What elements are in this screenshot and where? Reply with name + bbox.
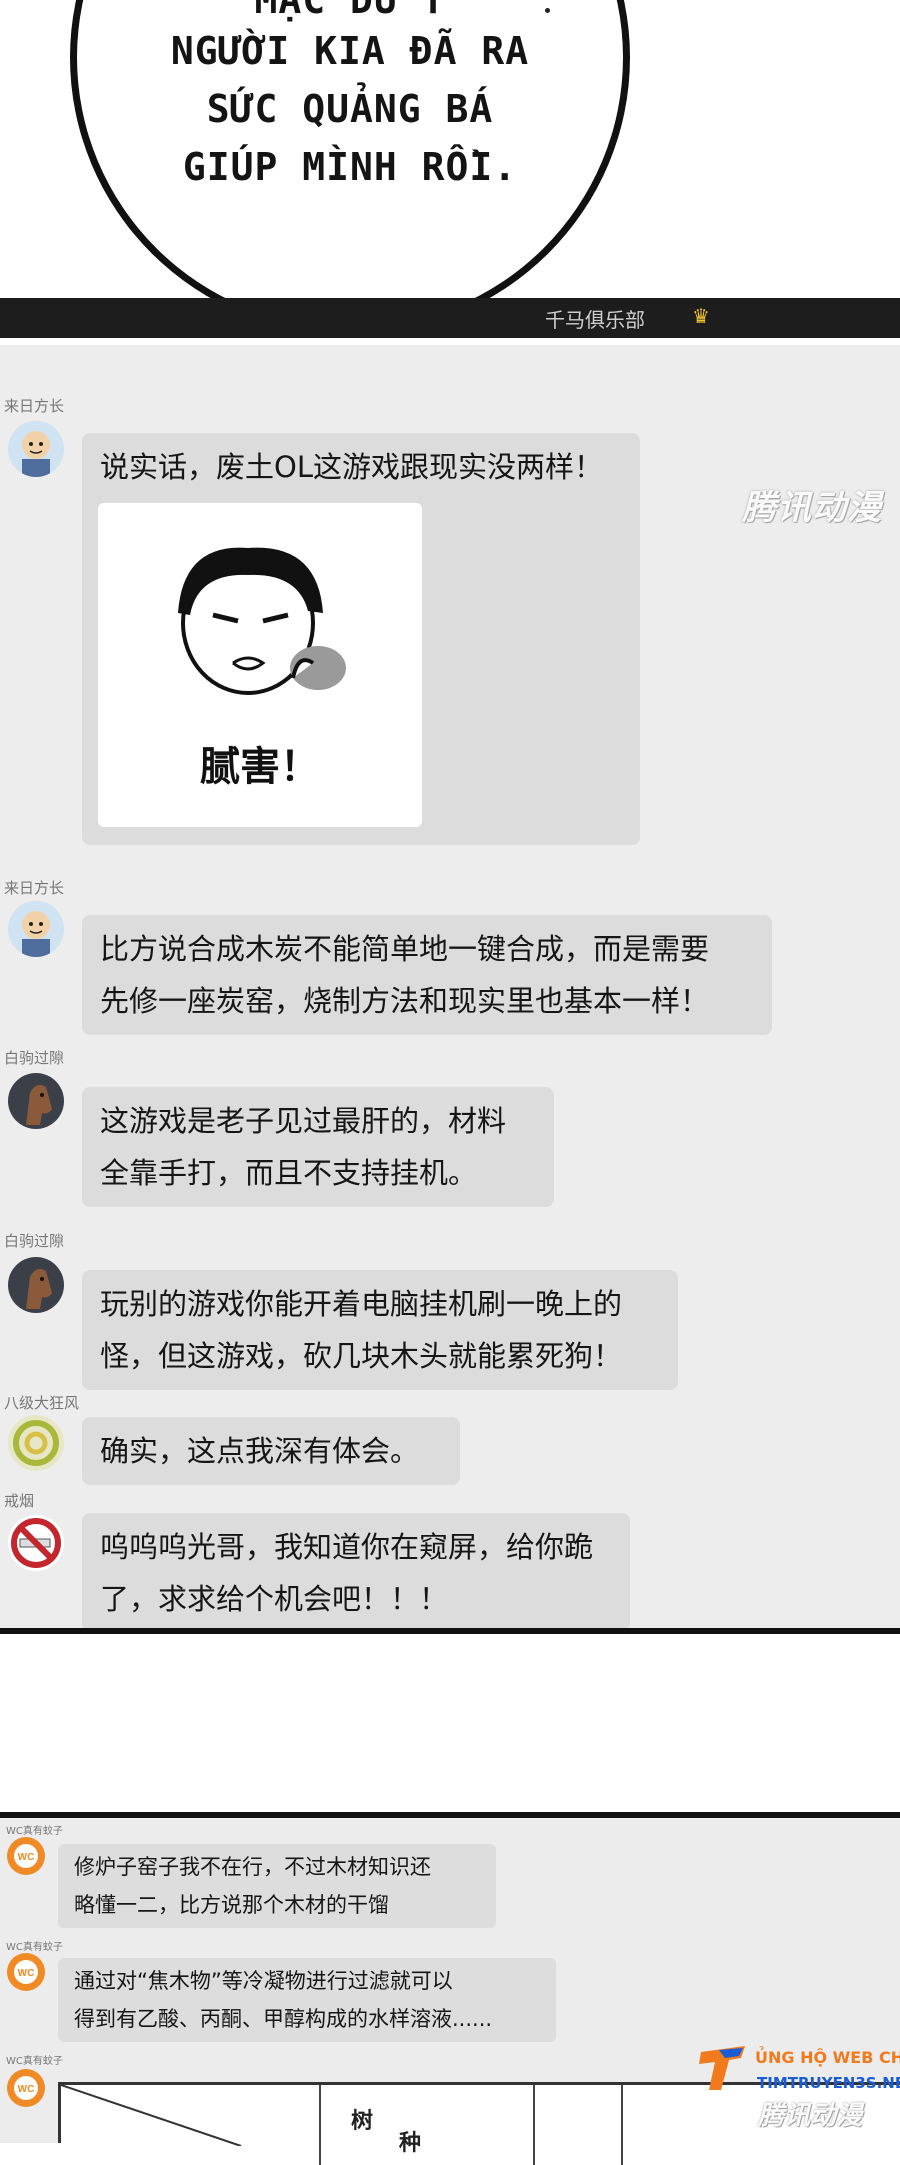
blank-gutter	[0, 1636, 900, 1812]
message-text: 这游戏是老子见过最肝的，材料	[100, 1104, 507, 1138]
message-text: 呜呜呜光哥，我知道你在窥屏，给你跪	[100, 1530, 594, 1564]
message-text: 得到有乙酸、丙酮、甲醇构成的水样溶液......	[74, 2007, 493, 2031]
dark-caption-bar: 千马俱乐部 ♛	[0, 298, 900, 338]
message-text: 比方说合成木炭不能简单地一键合成，而是需要	[100, 932, 710, 966]
message-text: 确实，这点我深有体会。	[100, 1434, 420, 1468]
username: 戒烟	[4, 1492, 35, 1510]
message-text: 通过对“焦木物”等冷凝物进行过滤就可以	[74, 1969, 453, 1993]
bowl-cut-face-icon	[178, 547, 346, 695]
username: WC真有蚊子	[6, 1942, 63, 1953]
manga-top-panel: MẶC DÙ T NGƯỜI KIA ĐÃ RA SỨC QUẢNG BÁ GI…	[0, 0, 900, 345]
caption-text: 千马俱乐部	[545, 308, 645, 332]
bubble-line: MẶC DÙ T	[254, 0, 446, 22]
bubble-line: SỨC QUẢNG BÁ	[206, 87, 494, 131]
bubble-line: GIÚP MÌNH RỒI.	[182, 145, 518, 189]
speech-bubble-text: MẶC DÙ T NGƯỜI KIA ĐÃ RA SỨC QUẢNG BÁ GI…	[140, 0, 560, 196]
wc-avatar-icon[interactable]: WC	[6, 1836, 46, 1876]
swirl-avatar-icon[interactable]	[8, 1415, 64, 1471]
tt-logo-icon	[699, 2046, 745, 2090]
table-divider	[621, 2085, 623, 2165]
wc-avatar-icon[interactable]: WC	[6, 2068, 46, 2108]
username: 白驹过隙	[4, 1232, 65, 1250]
table-header: 种	[399, 2131, 422, 2156]
svg-text:WC: WC	[18, 1852, 35, 1863]
message-text: 先修一座炭窑，烧制方法和现实里也基本一样！	[100, 984, 710, 1018]
panel-divider	[0, 1628, 900, 1634]
chat-bubble: 通过对“焦木物”等冷凝物进行过滤就可以 得到有乙酸、丙酮、甲醇构成的水样溶液..…	[58, 1958, 556, 2042]
svg-text:WC: WC	[18, 1968, 35, 1979]
crown-icon: ♛	[692, 304, 710, 328]
chat-bubble: 玩别的游戏你能开着电脑挂机刷一晚上的 怪，但这游戏，砍几块木头就能累死狗！	[82, 1270, 678, 1390]
chat-bubble: 说实话，废土OL这游戏跟现实没两样！ 腻害！	[82, 433, 640, 845]
table-divider	[533, 2085, 535, 2165]
username: WC真有蚊子	[6, 1826, 63, 1837]
message-text: 怪，但这游戏，砍几块木头就能累死狗！	[100, 1339, 623, 1373]
username: 来日方长	[4, 397, 65, 415]
chat-bubble: 比方说合成木炭不能简单地一键合成，而是需要 先修一座炭窑，烧制方法和现实里也基本…	[82, 915, 772, 1035]
horse-avatar-icon[interactable]	[8, 1257, 64, 1313]
message-text: 修炉子窑子我不在行，不过木材知识还	[74, 1855, 431, 1879]
message-text: 全靠手打，而且不支持挂机。	[100, 1156, 478, 1190]
message-text: 玩别的游戏你能开着电脑挂机刷一晚上的	[100, 1287, 623, 1321]
watermark-logo: 腾讯动漫	[758, 2101, 863, 2131]
message-text: 略懂一二，比方说那个木材的干馏	[74, 1893, 389, 1917]
chat-bubble: 这游戏是老子见过最肝的，材料 全靠手打，而且不支持挂机。	[82, 1087, 554, 1207]
chat-bubble: 确实，这点我深有体会。	[82, 1417, 460, 1485]
promo-site-link[interactable]: TIMTRUYEN3S.NET	[757, 2074, 900, 2092]
promo-title: ỦNG HỘ WEB CHÍNH	[755, 2048, 900, 2067]
message-text: 了，求求给个机会吧！！！	[100, 1582, 449, 1616]
wc-avatar-icon[interactable]: WC	[6, 1952, 46, 1992]
horse-avatar-icon[interactable]	[8, 1073, 64, 1129]
no-smoking-avatar-icon[interactable]	[8, 1515, 64, 1571]
username: 白驹过隙	[4, 1049, 65, 1067]
username: 来日方长	[4, 879, 65, 897]
sticker-caption: 腻害！	[200, 744, 320, 790]
bubble-line: NGƯỜI KIA ĐÃ RA	[170, 29, 530, 73]
svg-text:WC: WC	[18, 2084, 35, 2095]
table-header: 树	[351, 2109, 374, 2134]
old-man-avatar-icon[interactable]	[8, 421, 64, 477]
watermark-logo: 腾讯动漫	[742, 488, 882, 528]
table-divider	[319, 2085, 321, 2165]
sticker-image: 腻害！	[98, 503, 422, 827]
username: 八级大狂风	[4, 1394, 80, 1412]
message-text: 说实话，废土OL这游戏跟现实没两样！	[100, 450, 603, 484]
chat-panel: 腾讯动漫 来日方长 说实话，废土OL这游戏跟现实没两样！ 腻害！ 来日方长 比方…	[0, 345, 900, 1631]
username: WC真有蚊子	[6, 2056, 63, 2067]
chat-bubble: 呜呜呜光哥，我知道你在窥屏，给你跪 了，求求给个机会吧！！！	[82, 1513, 630, 1631]
old-man-avatar-icon[interactable]	[8, 901, 64, 957]
chat-bubble: 修炉子窑子我不在行，不过木材知识还 略懂一二，比方说那个木材的干馏	[58, 1844, 496, 1928]
